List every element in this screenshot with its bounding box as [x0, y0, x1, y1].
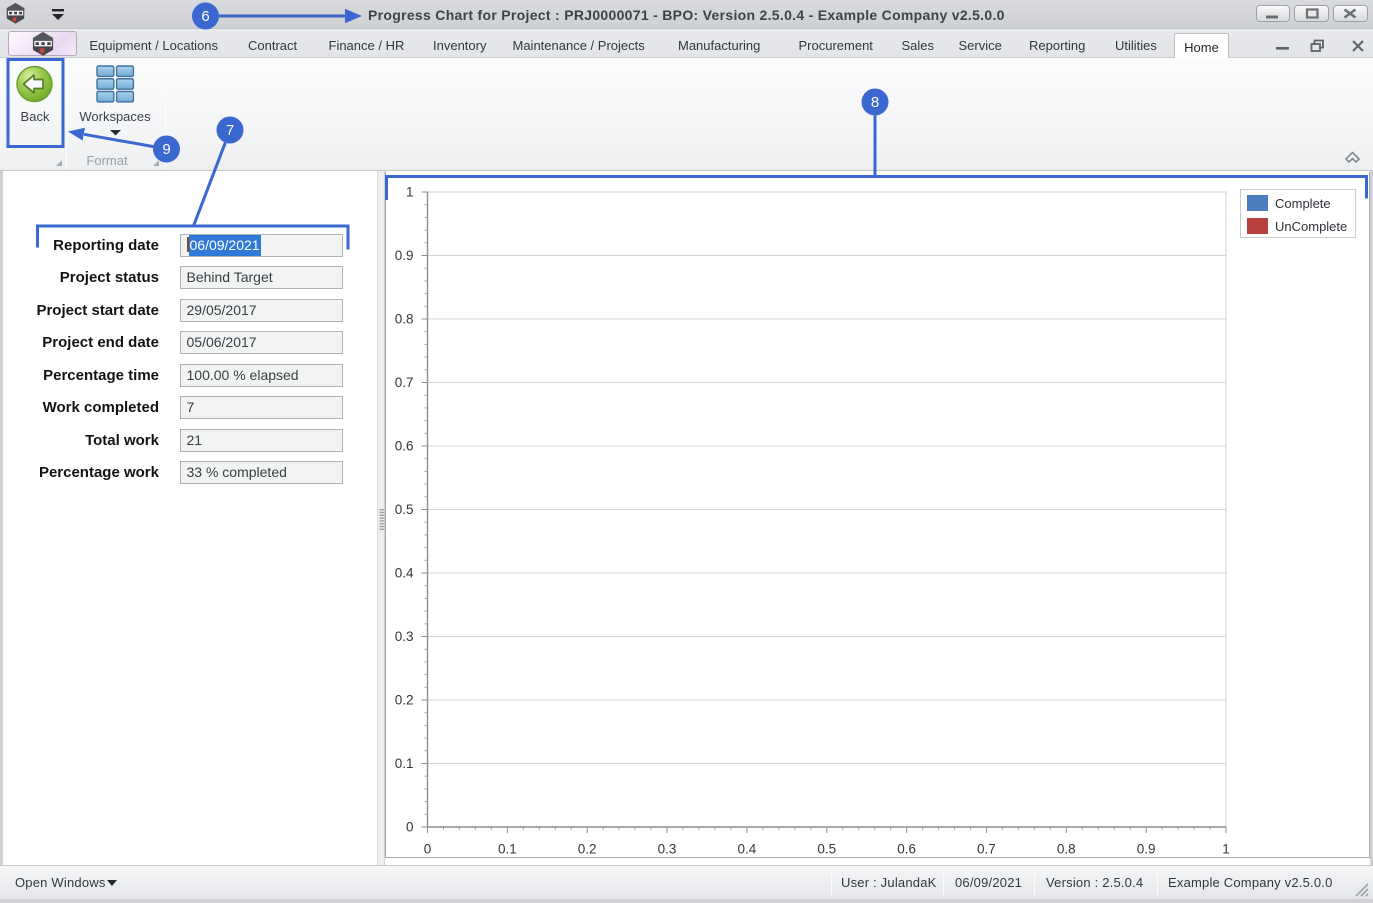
svg-text:0.6: 0.6	[897, 842, 916, 857]
svg-text:0.7: 0.7	[977, 842, 996, 857]
svg-text:0.9: 0.9	[395, 248, 414, 263]
svg-text:1: 1	[406, 185, 414, 200]
svg-text:0.3: 0.3	[658, 842, 677, 857]
svg-text:0.2: 0.2	[395, 693, 414, 708]
svg-text:0.1: 0.1	[498, 842, 517, 857]
svg-text:0.5: 0.5	[817, 842, 836, 857]
svg-text:0.8: 0.8	[1057, 842, 1076, 857]
svg-text:0.8: 0.8	[395, 312, 414, 327]
svg-text:0.4: 0.4	[738, 842, 757, 857]
svg-text:0.3: 0.3	[395, 629, 414, 644]
svg-text:0.6: 0.6	[395, 439, 414, 454]
svg-text:0: 0	[424, 842, 432, 857]
svg-text:0.1: 0.1	[395, 756, 414, 771]
svg-text:0.7: 0.7	[395, 375, 414, 390]
svg-text:0.5: 0.5	[395, 502, 414, 517]
svg-text:0: 0	[406, 820, 414, 835]
svg-text:0.2: 0.2	[578, 842, 597, 857]
svg-text:1: 1	[1222, 842, 1230, 857]
svg-text:0.4: 0.4	[395, 566, 414, 581]
svg-text:0.9: 0.9	[1137, 842, 1156, 857]
